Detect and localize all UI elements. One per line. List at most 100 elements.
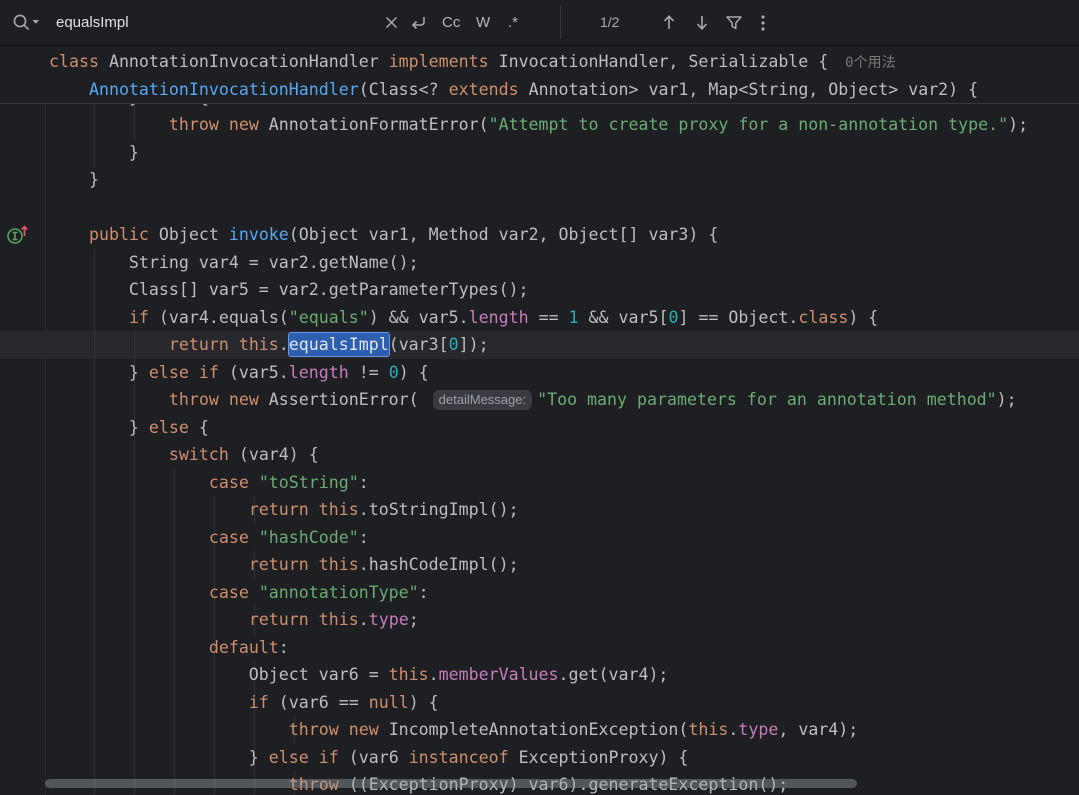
code-token: } [49, 143, 139, 162]
code-token: instanceof [409, 748, 509, 767]
code-token: ] == Object. [678, 308, 798, 327]
sticky-code-line[interactable]: class AnnotationInvocationHandler implem… [49, 48, 896, 76]
code-line[interactable]: return this.toStringImpl(); [49, 496, 519, 524]
code-token: (var6 == [279, 693, 369, 712]
horizontal-scrollbar[interactable] [45, 779, 857, 788]
parameter-hint-inlay: detailMessage: [433, 390, 532, 410]
whole-words-toggle[interactable]: W [476, 0, 490, 45]
code-line[interactable]: switch (var4) { [49, 441, 319, 469]
code-line[interactable]: case "toString": [49, 469, 369, 497]
gutter-divider [45, 46, 46, 795]
code-token: return this [249, 500, 359, 519]
code-token: ]); [459, 335, 489, 354]
newline-icon[interactable] [407, 12, 429, 34]
code-line[interactable]: throw new AssertionError( detailMessage:… [49, 386, 1017, 414]
code-token: "toString" [259, 473, 359, 492]
code-line[interactable]: return this.equalsImpl(var3[0]); [49, 331, 489, 359]
code-line[interactable]: } [49, 139, 139, 167]
code-token: Object [159, 225, 229, 244]
code-line[interactable]: case "annotationType": [49, 579, 429, 607]
code-token: ) { [848, 308, 878, 327]
code-token [49, 638, 209, 657]
clear-search-icon[interactable] [383, 14, 400, 31]
search-icon[interactable] [12, 13, 42, 33]
code-token: : [419, 583, 429, 602]
code-token: ); [1008, 115, 1028, 134]
more-options-icon[interactable] [759, 13, 767, 33]
code-token: ) { [399, 363, 429, 382]
code-token: 0个用法 [828, 55, 895, 71]
code-line[interactable]: } else if (var5.length != 0) { [49, 359, 429, 387]
code-line[interactable]: if (var6 == null) { [49, 689, 439, 717]
code-token: . [359, 610, 369, 629]
code-token [49, 555, 249, 574]
code-line[interactable]: } [49, 166, 99, 194]
code-token: "Too many parameters for an annotation m… [537, 390, 997, 409]
implements-method-gutter-icon[interactable] [5, 222, 31, 248]
code-line[interactable]: } else { [49, 414, 209, 442]
code-token: .toStringImpl(); [359, 500, 519, 519]
code-token: length [289, 363, 349, 382]
code-token: type [369, 610, 409, 629]
code-editor[interactable]: } else { throw new AnnotationFormatError… [0, 0, 1079, 795]
code-token: 0 [668, 308, 678, 327]
code-token: (Object var1, Method var2, Object[] var3… [289, 225, 719, 244]
code-token: AnnotationInvocationHandler [89, 80, 359, 99]
code-token: ); [997, 390, 1017, 409]
code-token: . [728, 720, 738, 739]
code-line[interactable]: return this.hashCodeImpl(); [49, 551, 519, 579]
code-line[interactable]: String var4 = var2.getName(); [49, 249, 419, 277]
code-token: if [249, 693, 279, 712]
code-token [49, 115, 169, 134]
code-token [49, 720, 289, 739]
code-token: (var6 [349, 748, 409, 767]
code-line[interactable]: public Object invoke(Object var1, Method… [49, 221, 718, 249]
sticky-lines-header[interactable]: class AnnotationInvocationHandler implem… [0, 46, 1079, 104]
code-token: != [349, 363, 389, 382]
code-line[interactable]: case "hashCode": [49, 524, 369, 552]
code-token: case [209, 528, 259, 547]
code-line[interactable]: throw new AnnotationFormatError("Attempt… [49, 111, 1028, 139]
code-token: AnnotationFormatError( [269, 115, 489, 134]
code-token: ) && var5. [369, 308, 469, 327]
match-case-toggle[interactable]: Cc [442, 0, 460, 45]
code-token: .get(var4); [559, 665, 669, 684]
code-token: if [129, 308, 159, 327]
code-token: null [369, 693, 409, 712]
code-token: extends [449, 80, 529, 99]
code-token [49, 693, 249, 712]
code-token: (Class<? [359, 80, 449, 99]
code-token: "hashCode" [259, 528, 359, 547]
code-token: else if [149, 363, 229, 382]
code-token: "equals" [289, 308, 369, 327]
code-token: } [49, 363, 149, 382]
next-occurrence-button[interactable] [693, 13, 711, 32]
code-line[interactable]: } else if (var6 instanceof ExceptionProx… [49, 744, 688, 772]
match-count-label: 1/2 [600, 0, 619, 45]
code-token: , var4); [778, 720, 858, 739]
code-token: 1 [569, 308, 579, 327]
code-token: else if [269, 748, 349, 767]
find-bar-separator [560, 6, 561, 39]
filter-icon[interactable] [724, 13, 744, 33]
code-line[interactable]: if (var4.equals("equals") && var5.length… [49, 304, 878, 332]
code-token: "Attempt to create proxy for a non-annot… [489, 115, 1009, 134]
code-token: default [209, 638, 279, 657]
chevron-down-icon [33, 20, 40, 24]
code-line[interactable]: throw new IncompleteAnnotationException(… [49, 716, 858, 744]
code-line[interactable]: Object var6 = this.memberValues.get(var4… [49, 661, 668, 689]
code-token: Class[] var5 = var2.getParameterTypes(); [49, 280, 529, 299]
code-line[interactable]: Class[] var5 = var2.getParameterTypes(); [49, 276, 529, 304]
code-token: . [429, 665, 439, 684]
previous-occurrence-button[interactable] [660, 13, 678, 32]
code-token: : [279, 638, 289, 657]
code-line[interactable]: return this.type; [49, 606, 419, 634]
code-token: : [359, 473, 369, 492]
code-token: memberValues [439, 665, 559, 684]
code-line[interactable]: default: [49, 634, 289, 662]
sticky-code-line[interactable]: AnnotationInvocationHandler(Class<? exte… [49, 76, 978, 104]
code-token: return this [249, 555, 359, 574]
regex-toggle[interactable]: .* [508, 0, 518, 45]
search-input[interactable]: equalsImpl [56, 0, 129, 45]
code-token: (var5. [229, 363, 289, 382]
